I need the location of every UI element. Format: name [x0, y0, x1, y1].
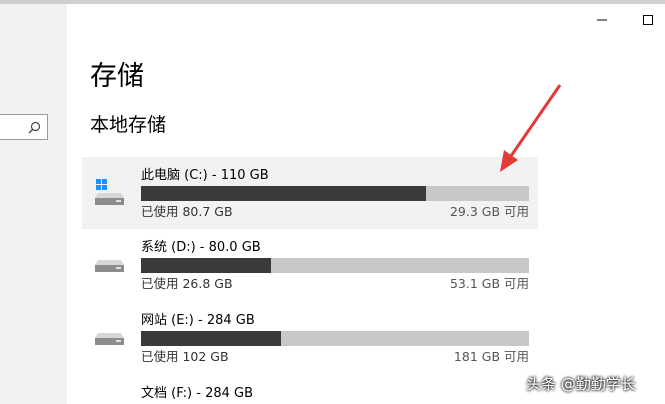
drive-item-d[interactable]: 系统 (D:) - 80.0 GB 已使用 26.8 GB 53.1 GB 可用 [82, 229, 538, 301]
free-space: 29.3 GB 可用 [449, 204, 529, 219]
windows-drive-icon [95, 179, 124, 205]
window-top-edge [0, 0, 665, 4]
maximize-icon [643, 15, 653, 25]
usage-bar-fill [141, 331, 281, 346]
used-space: 已使用 102 GB [141, 349, 229, 364]
minimize-icon [597, 19, 607, 21]
drive-name: 系统 (D:) - 80.0 GB [141, 240, 261, 255]
drive-item-f[interactable]: 文档 (F:) - 284 GB [82, 375, 538, 404]
usage-bar [141, 331, 529, 346]
drive-name: 网站 (E:) - 284 GB [141, 313, 255, 328]
used-space: 已使用 26.8 GB [141, 276, 233, 291]
drive-item-e[interactable]: 网站 (E:) - 284 GB 已使用 102 GB 181 GB 可用 [82, 302, 538, 374]
page-title: 存储 [90, 61, 144, 92]
usage-bar-fill [141, 186, 426, 201]
watermark: 头条 @勤勤学长 [526, 375, 636, 393]
drive-item-c[interactable]: 此电脑 (C:) - 110 GB 已使用 80.7 GB 29.3 GB 可用 [82, 157, 538, 229]
drive-name: 此电脑 (C:) - 110 GB [141, 168, 269, 183]
drive-icon [95, 333, 124, 345]
section-title: 本地存储 [90, 114, 167, 136]
usage-bar [141, 186, 529, 201]
search-input[interactable] [0, 114, 48, 140]
sidebar [0, 4, 67, 404]
free-space: 53.1 GB 可用 [449, 276, 529, 291]
minimize-button[interactable] [592, 10, 612, 30]
usage-bar [141, 258, 529, 273]
search-icon [28, 121, 41, 134]
maximize-button[interactable] [638, 10, 658, 30]
free-space: 181 GB 可用 [453, 349, 529, 364]
used-space: 已使用 80.7 GB [141, 204, 233, 219]
drive-name: 文档 (F:) - 284 GB [141, 386, 254, 401]
drive-icon [95, 260, 124, 272]
usage-bar-fill [141, 258, 271, 273]
